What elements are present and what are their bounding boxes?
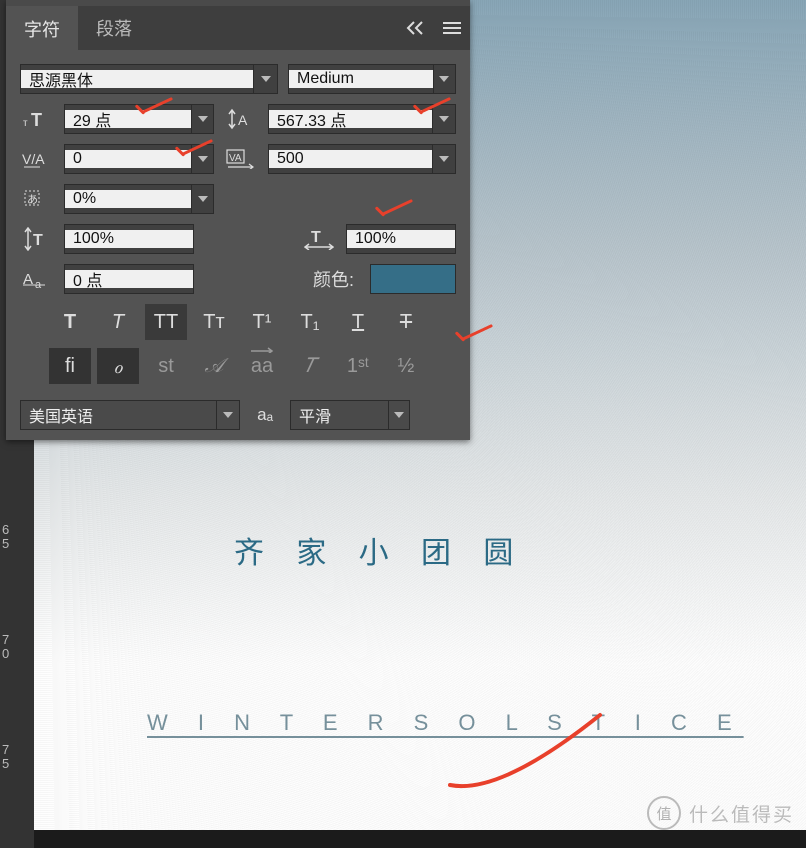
collapse-icon[interactable] bbox=[398, 10, 434, 46]
svg-text:A: A bbox=[238, 112, 248, 128]
panel-menu-icon[interactable] bbox=[434, 10, 470, 46]
italic-button[interactable]: T bbox=[97, 304, 139, 340]
canvas-text-en[interactable]: W I N T E R S O L S T I C E bbox=[147, 710, 744, 736]
canvas-text-cn[interactable]: 齐 家 小 团 圆 bbox=[234, 528, 525, 572]
font-family-combo[interactable] bbox=[20, 64, 278, 94]
allcaps-button[interactable]: TT bbox=[145, 304, 187, 340]
tsume-input[interactable] bbox=[65, 190, 191, 208]
svg-text:VA: VA bbox=[229, 153, 242, 164]
leading-combo[interactable] bbox=[268, 104, 456, 134]
ruler-tick: 7 bbox=[2, 743, 32, 756]
antialias-value: 平滑 bbox=[291, 403, 388, 427]
strikethrough-button[interactable]: T bbox=[385, 304, 427, 340]
svg-text:T: T bbox=[31, 110, 42, 130]
titling-button[interactable]: 𝑇 bbox=[289, 348, 331, 384]
font-style-combo[interactable] bbox=[288, 64, 456, 94]
tab-character[interactable]: 字符 bbox=[6, 6, 78, 50]
vertical-scale-combo[interactable] bbox=[64, 224, 194, 254]
svg-text:T: T bbox=[311, 229, 321, 246]
font-size-combo[interactable] bbox=[64, 104, 214, 134]
antialias-icon: aₐ bbox=[250, 400, 280, 430]
baseline-shift-input[interactable] bbox=[65, 270, 193, 288]
vertical-scale-input[interactable] bbox=[65, 230, 193, 248]
svg-text:V/A: V/A bbox=[22, 151, 45, 167]
color-label: 颜色: bbox=[313, 266, 360, 292]
svg-text:T: T bbox=[33, 232, 43, 249]
subscript-button[interactable]: T₁ bbox=[289, 304, 331, 340]
ruler-tick: 5 bbox=[2, 537, 32, 550]
chevron-down-icon[interactable] bbox=[253, 65, 277, 93]
fractions-button[interactable]: ½ bbox=[385, 348, 427, 384]
smallcaps-button[interactable]: Tᴛ bbox=[193, 304, 235, 340]
ruler-tick: 7 bbox=[2, 633, 32, 646]
kerning-input[interactable] bbox=[65, 150, 191, 168]
watermark-badge: 值 bbox=[647, 796, 681, 830]
vertical-scale-icon: T bbox=[20, 224, 54, 254]
leading-icon: A bbox=[224, 104, 258, 134]
leading-input[interactable] bbox=[269, 110, 432, 128]
kerning-icon: V/A bbox=[20, 144, 54, 174]
superscript-button[interactable]: T¹ bbox=[241, 304, 283, 340]
panel-tabs: 字符 段落 bbox=[6, 6, 470, 50]
bold-button[interactable]: T bbox=[49, 304, 91, 340]
horizontal-scale-icon: T bbox=[302, 224, 336, 254]
chevron-down-icon[interactable] bbox=[191, 185, 213, 213]
chevron-down-icon[interactable] bbox=[432, 105, 455, 133]
ordinals-button[interactable]: 1ˢᵗ bbox=[337, 348, 379, 384]
watermark: 值 什么值得买 bbox=[647, 796, 794, 830]
kerning-combo[interactable] bbox=[64, 144, 214, 174]
tracking-icon: VA bbox=[224, 144, 258, 174]
color-swatch[interactable] bbox=[370, 264, 456, 294]
tsume-combo[interactable] bbox=[64, 184, 214, 214]
chevron-down-icon[interactable] bbox=[216, 401, 239, 429]
type-style-row: T T TT Tᴛ T¹ T₁ T T bbox=[20, 304, 456, 340]
stylistic-button[interactable]: st bbox=[145, 348, 187, 384]
antialias-combo[interactable]: 平滑 bbox=[290, 400, 410, 430]
ruler-tick: 6 bbox=[2, 523, 32, 536]
baseline-shift-icon: Aa bbox=[20, 264, 54, 294]
alternates-button[interactable]: aa bbox=[241, 348, 283, 384]
ligatures-button[interactable]: fi bbox=[49, 348, 91, 384]
svg-text:あ: あ bbox=[27, 193, 38, 206]
tracking-combo[interactable] bbox=[268, 144, 456, 174]
chevron-down-icon[interactable] bbox=[433, 65, 455, 93]
svg-text:т: т bbox=[23, 118, 28, 129]
language-combo[interactable]: 美国英语 bbox=[20, 400, 240, 430]
swash-button[interactable]: ℴ bbox=[97, 348, 139, 384]
contextual-button[interactable]: 𝒜 bbox=[193, 348, 235, 384]
ruler-tick: 0 bbox=[2, 647, 32, 660]
font-style-input[interactable] bbox=[289, 70, 433, 88]
tracking-input[interactable] bbox=[269, 150, 432, 168]
font-size-input[interactable] bbox=[65, 110, 191, 128]
font-size-icon: тT bbox=[20, 104, 54, 134]
horizontal-scale-input[interactable] bbox=[347, 230, 455, 248]
ruler-tick: 5 bbox=[2, 757, 32, 770]
chevron-down-icon[interactable] bbox=[191, 145, 213, 173]
tab-paragraph[interactable]: 段落 bbox=[78, 6, 150, 50]
chevron-down-icon[interactable] bbox=[191, 105, 213, 133]
bottom-bar bbox=[34, 830, 806, 848]
language-value: 美国英语 bbox=[21, 403, 216, 427]
font-family-input[interactable] bbox=[21, 70, 253, 88]
watermark-text: 什么值得买 bbox=[689, 800, 794, 827]
chevron-down-icon[interactable] bbox=[388, 401, 409, 429]
horizontal-scale-combo[interactable] bbox=[346, 224, 456, 254]
character-panel: 字符 段落 bbox=[6, 0, 470, 440]
underline-button[interactable]: T bbox=[337, 304, 379, 340]
baseline-shift-combo[interactable] bbox=[64, 264, 194, 294]
chevron-down-icon[interactable] bbox=[432, 145, 455, 173]
opentype-row: fi ℴ st 𝒜 aa 𝑇 1ˢᵗ ½ bbox=[20, 348, 456, 384]
tsume-icon: あ bbox=[20, 184, 54, 214]
